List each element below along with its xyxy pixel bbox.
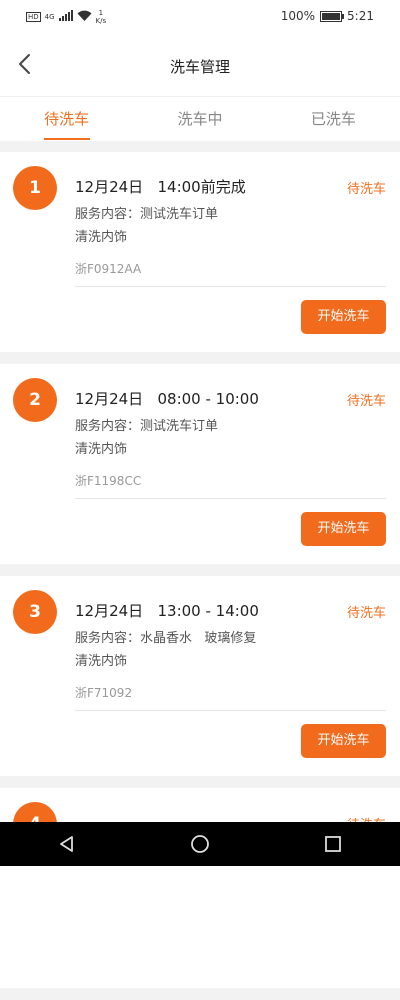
order-service-extra: 清洗内饰 bbox=[75, 442, 128, 457]
battery-fill bbox=[322, 12, 341, 20]
status-left: HD 4G 1 K/s bbox=[26, 9, 106, 25]
order-time: 12月24日 08:00 - 10:00 bbox=[75, 390, 259, 408]
network-generation: 4G bbox=[44, 12, 55, 21]
order-time: 12月24日 13:00 - 14:00 bbox=[75, 602, 259, 620]
signal-icon bbox=[58, 10, 73, 24]
square-recents-icon[interactable] bbox=[313, 834, 353, 854]
order-list: 1 12月24日 14:00前完成 待洗车 服务内容：测试洗车订单 清洗内饰 浙… bbox=[0, 152, 400, 1000]
order-index-badge: 2 bbox=[13, 378, 57, 422]
order-card[interactable]: 1 12月24日 14:00前完成 待洗车 服务内容：测试洗车订单 清洗内饰 浙… bbox=[0, 152, 400, 352]
system-nav-bar bbox=[0, 822, 400, 866]
status-time: 5:21 bbox=[347, 9, 374, 23]
order-time: 12月24日 14:00前完成 bbox=[75, 178, 246, 196]
order-index-badge: 3 bbox=[13, 590, 57, 634]
order-card[interactable]: 3 12月24日 13:00 - 14:00 待洗车 服务内容：水晶香水 玻璃修… bbox=[0, 576, 400, 776]
tab-in-progress[interactable]: 洗车中 bbox=[133, 97, 266, 141]
page-title: 洗车管理 bbox=[169, 58, 230, 76]
order-service: 服务内容：测试洗车订单 bbox=[75, 419, 219, 434]
order-card[interactable]: 2 12月24日 08:00 - 10:00 待洗车 服务内容：测试洗车订单 清… bbox=[0, 364, 400, 564]
license-plate: 浙F71092 bbox=[75, 686, 133, 700]
order-status: 待洗车 bbox=[346, 606, 386, 621]
battery-percent: 100% bbox=[280, 9, 316, 23]
divider bbox=[75, 710, 386, 711]
start-wash-button[interactable]: 开始洗车 bbox=[301, 300, 386, 334]
tab-completed[interactable]: 已洗车 bbox=[267, 97, 400, 141]
license-plate: 浙F1198CC bbox=[75, 474, 142, 488]
divider bbox=[75, 286, 386, 287]
wifi-icon bbox=[77, 10, 92, 24]
order-service-extra: 清洗内饰 bbox=[75, 230, 128, 245]
battery-icon bbox=[320, 10, 345, 22]
status-bar: HD 4G 1 K/s 100% 5:21 bbox=[0, 0, 400, 34]
hd-badge: HD bbox=[26, 12, 41, 22]
order-service: 服务内容：水晶香水 玻璃修复 bbox=[75, 631, 257, 646]
order-status: 待洗车 bbox=[346, 182, 386, 197]
divider bbox=[75, 498, 386, 499]
tab-bar: 待洗车 洗车中 已洗车 bbox=[0, 96, 400, 141]
start-wash-button[interactable]: 开始洗车 bbox=[301, 724, 386, 758]
order-service: 服务内容：测试洗车订单 bbox=[75, 207, 219, 222]
speed-unit: K/s bbox=[95, 17, 107, 25]
circle-home-icon[interactable] bbox=[180, 834, 220, 854]
triangle-back-icon[interactable] bbox=[47, 834, 87, 854]
status-right: 100% 5:21 bbox=[281, 9, 374, 23]
network-speed: 1 K/s bbox=[96, 9, 107, 25]
nav-bar: 洗车管理 bbox=[0, 34, 400, 96]
order-status: 待洗车 bbox=[346, 394, 386, 409]
license-plate: 浙F0912AA bbox=[75, 262, 142, 276]
order-index-badge: 1 bbox=[13, 166, 57, 210]
speed-value: 1 bbox=[98, 9, 104, 17]
tab-pending[interactable]: 待洗车 bbox=[0, 97, 133, 141]
order-service-extra: 清洗内饰 bbox=[75, 654, 128, 669]
start-wash-button[interactable]: 开始洗车 bbox=[301, 512, 386, 546]
order-card[interactable]: 4 待洗车 bbox=[0, 788, 400, 988]
